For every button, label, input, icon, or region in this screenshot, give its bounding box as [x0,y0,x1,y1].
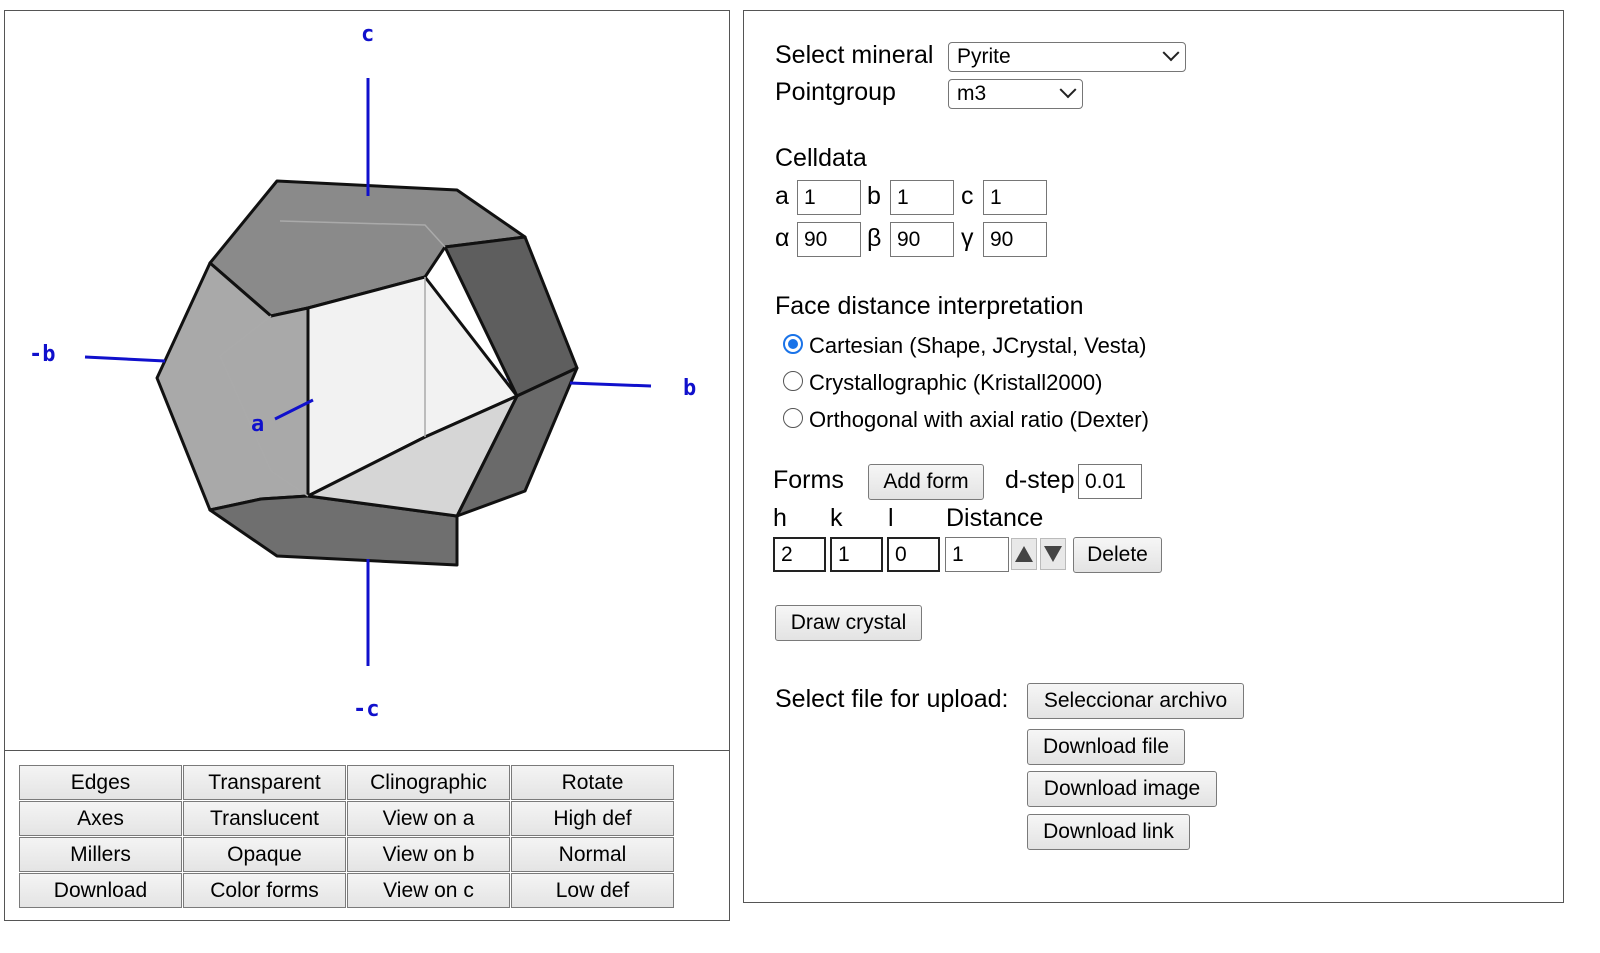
download-button[interactable]: Download [19,873,182,908]
crystal-drawing[interactable]: c -c -b b a [5,11,729,750]
pointgroup-label: Pointgroup [775,78,896,106]
choose-file-button[interactable]: Seleccionar archivo [1027,683,1244,719]
draw-crystal-button[interactable]: Draw crystal [775,605,922,641]
d-step-label: d-step [1005,466,1075,494]
cell-gamma-label: γ [961,224,974,252]
axis-label-b: b [683,376,696,401]
radio-crystallographic-label: Crystallographic (Kristall2000) [809,370,1103,395]
arrow-down-icon [1044,546,1062,562]
view-on-a-button[interactable]: View on a [347,801,510,836]
pointgroup-select[interactable]: m3 [948,79,1083,109]
low-def-button[interactable]: Low def [511,873,674,908]
select-mineral-label: Select mineral [775,41,934,69]
cell-gamma-input[interactable]: 90 [983,222,1047,257]
b-axis [569,381,652,388]
form-distance-input[interactable]: 1 [945,537,1009,572]
form-header-distance: Distance [946,504,1044,532]
form-l-input[interactable]: 0 [887,537,940,572]
form-h-input[interactable]: 2 [773,537,826,572]
cell-a-input[interactable]: 1 [797,180,861,215]
form-header-h: h [773,504,787,532]
cell-c-label: c [961,182,974,210]
radio-orthogonal[interactable] [783,408,803,428]
arrow-up-icon [1015,546,1033,562]
radio-crystallographic[interactable] [783,371,803,391]
edges-button[interactable]: Edges [19,765,182,800]
axes-button[interactable]: Axes [19,801,182,836]
face-distance-label: Face distance interpretation [775,292,1084,320]
celldata-label: Celldata [775,144,867,172]
clinographic-button[interactable]: Clinographic [347,765,510,800]
cell-alpha-label: α [775,224,790,252]
transparent-button[interactable]: Transparent [183,765,346,800]
rotate-button[interactable]: Rotate [511,765,674,800]
d-step-input[interactable]: 0.01 [1078,464,1142,499]
translucent-button[interactable]: Translucent [183,801,346,836]
chevron-down-icon [1059,81,1077,99]
axis-label-c: c [361,22,374,47]
crystal-viewer-panel: c -c -b b a Edges Transparent Clinograph… [4,10,730,921]
cell-alpha-input[interactable]: 90 [797,222,861,257]
download-link-button[interactable]: Download link [1027,814,1190,850]
crystal-viewport[interactable]: c -c -b b a [5,11,729,751]
chevron-down-icon [1162,44,1180,62]
viewer-button-grid: Edges Transparent Clinographic Rotate Ax… [19,765,675,909]
radio-cartesian[interactable] [783,334,803,354]
cell-c-input[interactable]: 1 [983,180,1047,215]
radio-orthogonal-label: Orthogonal with axial ratio (Dexter) [809,407,1149,432]
millers-button[interactable]: Millers [19,837,182,872]
cell-a-label: a [775,182,789,210]
view-on-c-button[interactable]: View on c [347,873,510,908]
normal-button[interactable]: Normal [511,837,674,872]
download-file-button[interactable]: Download file [1027,729,1185,765]
color-forms-button[interactable]: Color forms [183,873,346,908]
upload-label: Select file for upload: [775,685,1009,713]
axis-label-minus-b: -b [29,342,56,367]
form-header-l: l [888,504,894,532]
decrease-distance-button[interactable] [1040,538,1066,570]
forms-label: Forms [773,466,844,494]
high-def-button[interactable]: High def [511,801,674,836]
form-header-k: k [830,504,843,532]
cell-b-label: b [867,182,881,210]
mineral-select[interactable]: Pyrite [948,42,1186,72]
minus-b-axis [84,355,166,363]
add-form-button[interactable]: Add form [868,464,984,500]
radio-cartesian-label: Cartesian (Shape, JCrystal, Vesta) [809,333,1147,358]
controls-panel: Select mineral Pyrite Pointgroup m3 Cell… [743,10,1564,903]
download-image-button[interactable]: Download image [1027,771,1217,807]
cell-b-input[interactable]: 1 [890,180,954,215]
view-on-b-button[interactable]: View on b [347,837,510,872]
axis-label-minus-c: -c [353,697,380,722]
increase-distance-button[interactable] [1011,538,1037,570]
axis-label-a: a [251,412,264,437]
pointgroup-select-value: m3 [957,82,987,105]
delete-form-button[interactable]: Delete [1073,537,1162,573]
opaque-button[interactable]: Opaque [183,837,346,872]
form-k-input[interactable]: 1 [830,537,883,572]
cell-beta-label: β [867,224,882,252]
mineral-select-value: Pyrite [957,45,1011,68]
cell-beta-input[interactable]: 90 [890,222,954,257]
